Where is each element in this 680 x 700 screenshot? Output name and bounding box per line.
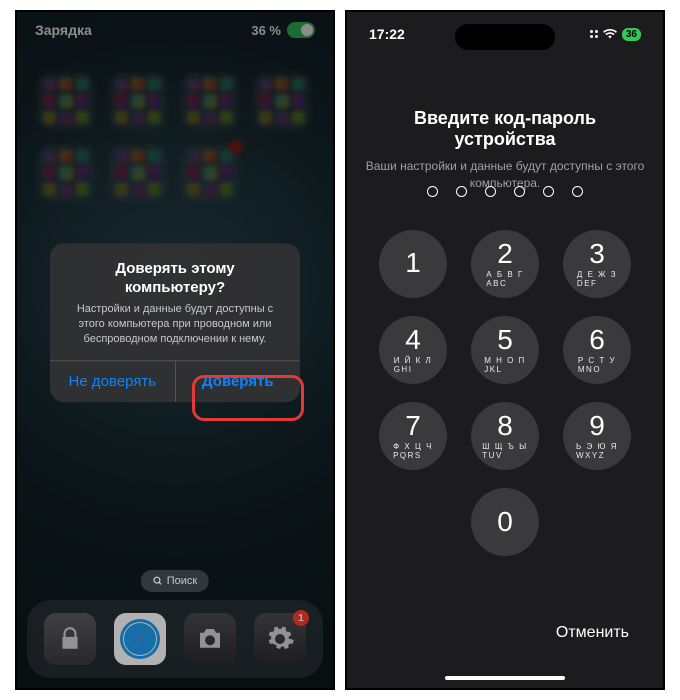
home-indicator	[445, 676, 565, 680]
dock-app-camera[interactable]	[184, 613, 236, 665]
search-label: Поиск	[167, 575, 197, 587]
pin-dot	[456, 186, 467, 197]
search-icon	[153, 576, 163, 586]
alert-dont-trust-button[interactable]: Не доверять	[50, 362, 176, 403]
numeric-keypad: 1 2А Б В Г ABC 3Д Е Ж З DEF 4И Й К Л GHI…	[347, 230, 663, 556]
dock-app-lock[interactable]	[44, 613, 96, 665]
cancel-button[interactable]: Отменить	[556, 624, 629, 642]
pin-dot	[485, 186, 496, 197]
cellular-icon	[590, 30, 598, 38]
dock-app-settings[interactable]: 1	[254, 613, 306, 665]
pin-dot	[572, 186, 583, 197]
safari-icon	[118, 617, 162, 661]
wifi-icon	[603, 29, 617, 39]
settings-badge: 1	[293, 610, 309, 626]
keypad-7[interactable]: 7Ф Х Ц Ч PQRS	[379, 402, 447, 470]
keypad-3[interactable]: 3Д Е Ж З DEF	[563, 230, 631, 298]
trust-computer-alert: Доверять этому компьютеру? Настройки и д…	[50, 243, 300, 403]
camera-icon	[195, 624, 225, 654]
passcode-dots	[347, 186, 663, 197]
keypad-5[interactable]: 5М Н О П JKL	[471, 316, 539, 384]
keypad-1[interactable]: 1	[379, 230, 447, 298]
phone-left: Зарядка 36 % Поиск 1	[15, 10, 335, 690]
pin-dot	[514, 186, 525, 197]
keypad-0[interactable]: 0	[471, 488, 539, 556]
alert-body: Настройки и данные будут доступны с этог…	[50, 302, 300, 361]
battery-pill: 36	[622, 28, 641, 41]
keypad-6[interactable]: 6Р С Т У MNO	[563, 316, 631, 384]
keypad-9[interactable]: 9Ь Э Ю Я WXYZ	[563, 402, 631, 470]
status-time: 17:22	[369, 26, 405, 42]
passcode-header: Введите код-пароль устройства Ваши настр…	[365, 108, 645, 192]
pin-dot	[427, 186, 438, 197]
pin-dot	[543, 186, 554, 197]
lock-icon	[57, 626, 83, 652]
dock-app-safari[interactable]	[114, 613, 166, 665]
keypad-8[interactable]: 8Ш Щ Ъ Ы TUV	[471, 402, 539, 470]
keypad-2[interactable]: 2А Б В Г ABC	[471, 230, 539, 298]
keypad-4[interactable]: 4И Й К Л GHI	[379, 316, 447, 384]
phone-right: 17:22 36 Введите код-пароль устройства В…	[345, 10, 665, 690]
alert-title: Доверять этому компьютеру?	[50, 243, 300, 302]
gear-icon	[265, 624, 295, 654]
spotlight-search-pill[interactable]: Поиск	[141, 570, 209, 592]
status-bar-right: 17:22 36	[347, 26, 663, 42]
passcode-title: Введите код-пароль устройства	[365, 108, 645, 150]
alert-trust-button[interactable]: Доверять	[176, 362, 301, 403]
dock: 1	[27, 600, 323, 678]
